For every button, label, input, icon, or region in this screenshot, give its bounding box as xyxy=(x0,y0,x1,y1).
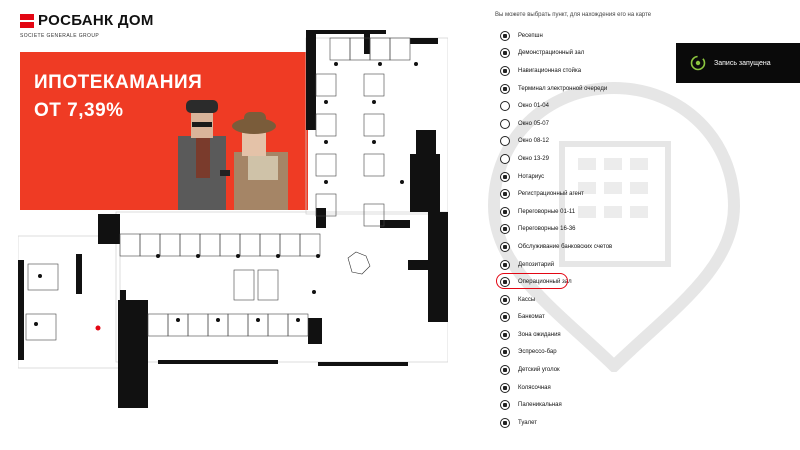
legend-item-showroom[interactable]: Демонстрационный зал xyxy=(500,45,670,63)
legend-item-label: Кассы xyxy=(518,296,536,303)
legend-item-label: Нотариус xyxy=(518,173,545,180)
legend-item-label: Эспрессо-бар xyxy=(518,349,557,356)
recording-toast-text: Запись запущена xyxy=(714,59,771,67)
navigation-stand-icon xyxy=(500,65,510,76)
location-legend-list: Ресепшн Демонстрационный зал Навигационн… xyxy=(496,27,670,432)
legend-item-label: Регистрационный агент xyxy=(518,191,584,198)
legend-item-espresso-bar[interactable]: Эспрессо-бар xyxy=(500,344,670,362)
legend-item-label: Переговорные 01-11 xyxy=(518,208,576,215)
legend-item-window-08-12[interactable]: Окно 08-12 xyxy=(500,133,670,151)
legend-item-label: Паленикальная xyxy=(518,402,562,409)
espresso-bar-icon xyxy=(500,347,510,358)
legend-item-label: Зона ожидания xyxy=(518,331,561,338)
window-icon xyxy=(500,118,510,129)
waiting-area-icon xyxy=(500,329,510,340)
legend-item-meeting-rooms-16-36[interactable]: Переговорные 16-36 xyxy=(500,221,670,239)
meeting-room-icon xyxy=(500,206,510,217)
legend-item-label: Окно 13-29 xyxy=(518,155,549,162)
legend-item-queue-terminal[interactable]: Терминал электронной очереди xyxy=(500,80,670,98)
notary-icon xyxy=(500,171,510,182)
legend-item-label: Окно 05-07 xyxy=(518,120,549,127)
registration-agent-icon xyxy=(500,189,510,200)
operations-hall-icon xyxy=(500,277,510,288)
legend-item-window-13-29[interactable]: Окно 13-29 xyxy=(500,150,670,168)
legend-item-label: Переговорные 16-36 xyxy=(518,226,576,233)
meeting-room-icon xyxy=(500,224,510,235)
map-hint-text: Вы можете выбрать пункт, для нахождения … xyxy=(495,12,652,18)
legend-item-toilet[interactable]: Туалет xyxy=(500,414,670,432)
cashier-icon xyxy=(500,294,510,305)
legend-item-label: Терминал электронной очереди xyxy=(518,85,608,92)
legend-item-stroller-room[interactable]: Колясочная xyxy=(500,379,670,397)
legend-item-window-01-04[interactable]: Окно 01-04 xyxy=(500,97,670,115)
legend-item-label: Демонстрационный зал xyxy=(518,50,585,57)
legend-item-label: Депозитарий xyxy=(518,261,555,268)
bank-account-icon xyxy=(500,241,510,252)
reception-icon xyxy=(500,30,510,41)
depository-icon xyxy=(500,259,510,270)
legend-item-label: Операционный зал xyxy=(518,279,572,286)
recording-toast[interactable]: Запись запущена xyxy=(676,43,800,83)
showroom-icon xyxy=(500,48,510,59)
atm-icon xyxy=(500,312,510,323)
legend-item-label: Обслуживание банковских счетов xyxy=(518,243,613,250)
legend-item-label: Окно 01-04 xyxy=(518,103,549,110)
kids-corner-icon xyxy=(500,365,510,376)
legend-item-label: Туалет xyxy=(518,419,537,426)
legend-item-label: Окно 08-12 xyxy=(518,138,549,145)
legend-item-operations-hall[interactable]: Операционный зал xyxy=(496,273,670,291)
floor-plan-map[interactable] xyxy=(18,24,448,416)
window-icon xyxy=(500,153,510,164)
recording-icon xyxy=(690,55,706,71)
legend-item-cashier[interactable]: Кассы xyxy=(500,291,670,309)
toilet-icon xyxy=(500,417,510,428)
stroller-room-icon xyxy=(500,382,510,393)
legend-item-registration-agent[interactable]: Регистрационный агент xyxy=(500,185,670,203)
legend-item-window-05-07[interactable]: Окно 05-07 xyxy=(500,115,670,133)
legend-item-meeting-rooms-01-11[interactable]: Переговорные 01-11 xyxy=(500,203,670,221)
legend-item-label: Навигационная стойка xyxy=(518,67,582,74)
map-selected-marker xyxy=(95,325,101,331)
legend-item-label: Детский уголок xyxy=(518,367,560,374)
legend-item-notary[interactable]: Нотариус xyxy=(500,168,670,186)
legend-item-label: Ресепшн xyxy=(518,32,543,39)
legend-item-depository[interactable]: Депозитарий xyxy=(500,256,670,274)
window-icon xyxy=(500,101,510,112)
legend-item-atm[interactable]: Банкомат xyxy=(500,309,670,327)
manicure-icon xyxy=(500,400,510,411)
legend-item-navigation-stand[interactable]: Навигационная стойка xyxy=(500,62,670,80)
legend-item-kids-corner[interactable]: Детский уголок xyxy=(500,361,670,379)
legend-item-reception[interactable]: Ресепшн xyxy=(500,27,670,45)
queue-terminal-icon xyxy=(500,83,510,94)
legend-item-waiting-area[interactable]: Зона ожидания xyxy=(500,326,670,344)
window-icon xyxy=(500,136,510,147)
legend-item-manicure[interactable]: Паленикальная xyxy=(500,396,670,414)
legend-item-bank-accounts[interactable]: Обслуживание банковских счетов xyxy=(500,238,670,256)
legend-item-label: Банкомат xyxy=(518,314,545,321)
legend-item-label: Колясочная xyxy=(518,384,551,391)
